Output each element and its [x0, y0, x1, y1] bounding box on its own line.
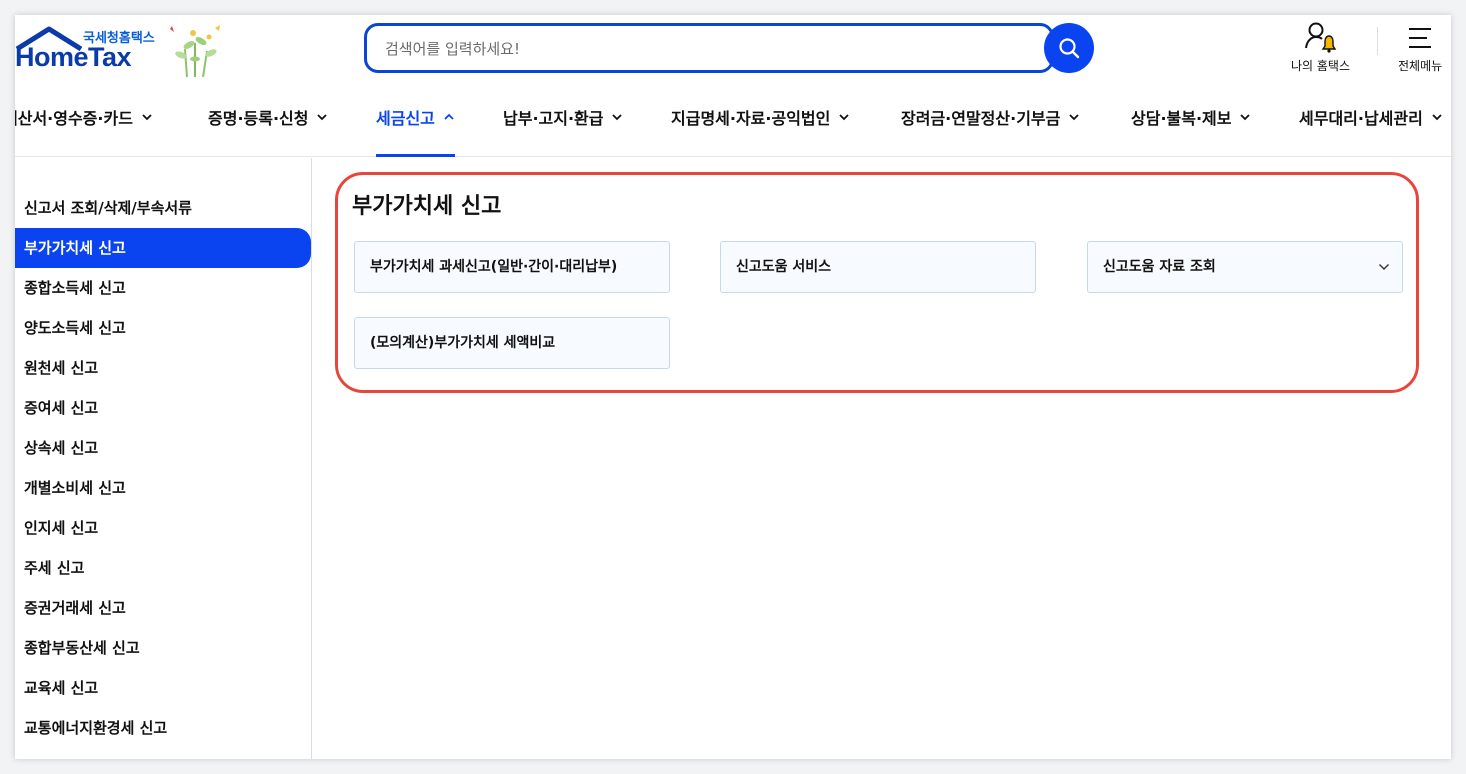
hamburger-menu-icon	[1409, 28, 1432, 48]
gnb-item-payment-statements[interactable]: 지급명세·자료·공익법인	[671, 105, 850, 157]
gnb-item-payment[interactable]: 납부·고지·환급	[503, 105, 623, 157]
chevron-down-icon	[612, 114, 623, 121]
search-button[interactable]	[1044, 23, 1094, 73]
chevron-down-icon	[1069, 114, 1079, 121]
chevron-down-icon	[839, 114, 849, 121]
hometax-logo[interactable]: 국세청홈택스 HomeTax	[15, 23, 230, 83]
filing-help-data-card[interactable]: 신고도움 자료 조회	[1087, 241, 1403, 293]
side-item-gift-tax[interactable]: 증여세 신고	[15, 388, 311, 428]
search-input[interactable]	[385, 37, 1025, 61]
logo-wordmark: HomeTax	[15, 42, 132, 72]
side-item-property-tax[interactable]: 종합부동산세 신고	[15, 628, 311, 668]
gnb-item-tax-filing[interactable]: 세금신고	[376, 105, 455, 157]
card-label: 부가가치세 과세신고(일반·간이·대리납부)	[370, 259, 618, 275]
all-menu-button[interactable]: 전체메뉴	[1398, 21, 1442, 74]
user-bell-icon	[1304, 22, 1336, 53]
side-item-securities-tax[interactable]: 증권거래세 신고	[15, 588, 311, 628]
side-item-withholding[interactable]: 원천세 신고	[15, 348, 311, 388]
gnb-item-label: 지급명세·자료·공익법인	[671, 109, 831, 128]
side-item-stamp-tax[interactable]: 인지세 신고	[15, 508, 311, 548]
hometax-page: 국세청홈택스 HomeTax 검색어를 입력하세요! 나의 홈택스 전체메뉴 계…	[15, 15, 1451, 759]
chevron-up-icon	[444, 113, 454, 120]
card-label: (모의계산)부가가치세 세액비교	[370, 335, 556, 351]
vat-filing-card[interactable]: 부가가치세 과세신고(일반·간이·대리납부)	[354, 241, 670, 293]
filing-help-service-card[interactable]: 신고도움 서비스	[720, 241, 1036, 293]
chevron-down-icon	[1379, 264, 1389, 270]
my-hometax-label: 나의 홈택스	[1291, 59, 1351, 73]
gnb-item-receipts[interactable]: 계산서·영수증·카드	[15, 105, 153, 157]
side-item-vat[interactable]: 부가가치세 신고	[15, 228, 311, 268]
gnb-item-label: 세금신고	[376, 109, 435, 128]
chevron-down-icon	[317, 114, 328, 121]
side-item-liquor-tax[interactable]: 주세 신고	[15, 548, 311, 588]
gnb-item-incentives[interactable]: 장려금·연말정산·기부금	[901, 105, 1080, 157]
side-item-excise-tax[interactable]: 개별소비세 신고	[15, 468, 311, 508]
side-item-education-tax[interactable]: 교육세 신고	[15, 668, 311, 708]
chevron-down-icon	[1240, 114, 1251, 121]
gnb-item-label: 세무대리·납세관리	[1299, 109, 1423, 128]
all-menu-label: 전체메뉴	[1398, 59, 1443, 73]
gnb-item-label: 계산서·영수증·카드	[15, 109, 133, 128]
search-icon	[1059, 38, 1080, 59]
chevron-down-icon	[1432, 114, 1442, 121]
gnb-item-consultation[interactable]: 상담·불복·제보	[1131, 105, 1251, 157]
side-menu: 신고서 조회/삭제/부속서류 부가가치세 신고 종합소득세 신고 양도소득세 신…	[15, 158, 312, 759]
gnb-item-label: 증명·등록·신청	[208, 109, 309, 128]
plant-icon	[170, 25, 220, 78]
gnb-item-label: 납부·고지·환급	[503, 109, 604, 128]
vat-simulation-card[interactable]: (모의계산)부가가치세 세액비교	[354, 317, 670, 369]
side-item-income-tax[interactable]: 종합소득세 신고	[15, 268, 311, 308]
side-item-transport-tax[interactable]: 교통에너지환경세 신고	[15, 708, 311, 748]
gnb-item-label: 상담·불복·제보	[1131, 109, 1232, 128]
gnb-item-label: 장려금·연말정산·기부금	[901, 109, 1061, 128]
search-box	[364, 23, 1054, 73]
global-nav: 계산서·영수증·카드 증명·등록·신청 세금신고 납부·고지·환급 지급명세·자…	[15, 87, 1451, 157]
card-label: 신고도움 자료 조회	[1103, 259, 1216, 275]
side-item-inheritance-tax[interactable]: 상속세 신고	[15, 428, 311, 468]
my-hometax-button[interactable]: 나의 홈택스	[1291, 21, 1350, 74]
gnb-item-tax-agent[interactable]: 세무대리·납세관리	[1299, 105, 1443, 157]
gnb-item-certificates[interactable]: 증명·등록·신청	[208, 105, 328, 157]
page-title: 부가가치세 신고	[352, 194, 502, 219]
side-item-capital-gains[interactable]: 양도소득세 신고	[15, 308, 311, 348]
util-divider	[1377, 27, 1378, 55]
card-label: 신고도움 서비스	[736, 259, 832, 275]
chevron-down-icon	[142, 114, 152, 121]
side-item-return-inquiry[interactable]: 신고서 조회/삭제/부속서류	[15, 188, 311, 228]
